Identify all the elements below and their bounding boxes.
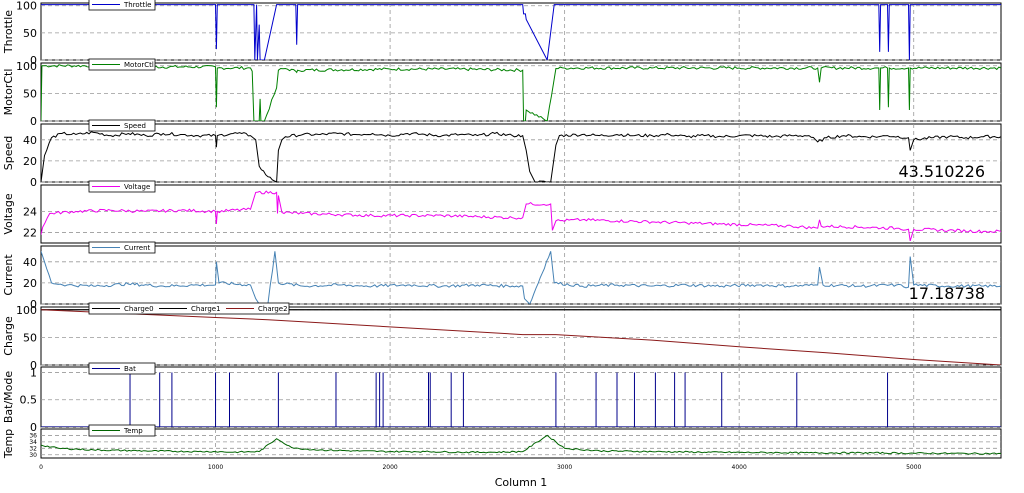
legend: Throttle — [88, 0, 156, 11]
legend-entry: Bat — [124, 365, 136, 373]
y-tick-label: 1 — [30, 366, 37, 379]
x-axis-label: Column 1 — [495, 476, 548, 489]
panel-1: 050100MotorCtlMotorCtl — [2, 58, 1002, 128]
y-tick-label: 100 — [16, 304, 37, 317]
legend: Bat — [88, 362, 156, 375]
panel-frame — [40, 184, 1002, 244]
x-tick-label: 1000 — [208, 464, 223, 471]
x-tick-label: 0 — [39, 464, 43, 471]
y-tick-label: 50 — [23, 87, 37, 100]
legend-entry: Charge2 — [258, 305, 288, 313]
series-line-temp — [41, 434, 1001, 455]
legend-entry: Current — [124, 244, 151, 252]
panel-frame — [40, 428, 1002, 459]
series-group — [41, 4, 1001, 60]
series-group — [41, 63, 1001, 121]
y-axis-label: Throttle — [2, 10, 15, 54]
legend: Speed — [88, 119, 156, 132]
panel-frame — [40, 366, 1002, 428]
panel-7: 30323436 Temp Temp — [2, 424, 1002, 459]
y-axis-label: MotorCtl — [2, 69, 15, 116]
panel-0: 050100ThrottleThrottle — [2, 0, 1002, 67]
panel-2: 0 20 40 Speed Speed 43.510226 — [2, 119, 1002, 189]
x-tick-label: 3000 — [557, 464, 572, 471]
y-tick-label: 50 — [23, 331, 37, 344]
series-line-throttle — [41, 4, 1001, 60]
series-line-current — [41, 251, 1001, 304]
y-axis-label: Temp — [2, 429, 15, 459]
chart-panels: 050100ThrottleThrottle050100MotorCtlMoto… — [2, 0, 1002, 459]
value-annotation: 17.18738 — [909, 284, 985, 303]
legend-entry: Speed — [124, 122, 146, 130]
multi-panel-line-chart: 050100ThrottleThrottle050100MotorCtlMoto… — [2, 0, 1002, 489]
y-tick-label: 40 — [23, 134, 37, 147]
y-tick-label: 20 — [23, 277, 37, 290]
legend-entry: Charge0 — [124, 305, 154, 313]
series-group — [41, 251, 1001, 304]
y-tick-label: 100 — [16, 0, 37, 13]
y-tick-label: 30 — [29, 452, 37, 459]
y-axis-label: Speed — [2, 136, 15, 170]
panel-frame — [40, 245, 1002, 305]
legend-entry: Temp — [123, 427, 143, 435]
y-tick-label: 32 — [29, 445, 37, 452]
panel-4: 02040CurrentCurrent17.18738 — [2, 241, 1002, 311]
x-tick-label: 5000 — [906, 464, 921, 471]
x-tick-label: 4000 — [732, 464, 747, 471]
y-axis-label: Current — [2, 254, 15, 296]
legend-entry: Voltage — [124, 183, 150, 191]
y-axis-label: Voltage — [2, 193, 15, 234]
y-tick-label: 24 — [23, 205, 37, 218]
y-tick-label: 0 — [30, 115, 37, 128]
y-tick-label: 0 — [30, 176, 37, 189]
panel-6: 00.51Bat/ModeBat — [2, 362, 1002, 434]
legend: Current — [88, 241, 156, 254]
series-line-motorctl — [41, 63, 1001, 121]
legend: Temp — [88, 424, 156, 437]
legend-entry: Throttle — [123, 1, 151, 9]
y-tick-label: 0.5 — [20, 394, 38, 407]
x-tick-label: 2000 — [382, 464, 397, 471]
panel-frame — [40, 123, 1002, 183]
y-tick-label: 40 — [23, 256, 37, 269]
panel-3: 22 24 Voltage Voltage — [2, 180, 1002, 244]
y-axis-label: Bat/Mode — [2, 371, 15, 424]
y-tick-label: 36 — [29, 432, 37, 439]
y-tick-label: 50 — [23, 27, 37, 40]
series-group — [41, 190, 1001, 242]
legend-entry: Charge1 — [191, 305, 221, 313]
legend: Voltage — [88, 180, 156, 193]
panel-frame — [40, 2, 1002, 61]
y-tick-label: 20 — [23, 155, 37, 168]
value-annotation: 43.510226 — [898, 162, 985, 181]
y-tick-label: 34 — [29, 439, 37, 446]
legend: Charge0 Charge1 Charge2 — [88, 302, 290, 315]
x-axis: 0 1000 2000 3000 4000 5000 — [39, 464, 921, 471]
y-tick-label: 100 — [16, 60, 37, 73]
series-group — [41, 434, 1001, 455]
series-line-voltage — [41, 190, 1001, 242]
y-tick-label: 22 — [23, 226, 37, 239]
panel-5: 050100ChargeCharge0 Charge1 Charge2 — [2, 302, 1002, 372]
y-axis-label: Charge — [2, 316, 15, 356]
legend-entry: MotorCtl — [124, 61, 154, 69]
legend: MotorCtl — [88, 58, 156, 71]
